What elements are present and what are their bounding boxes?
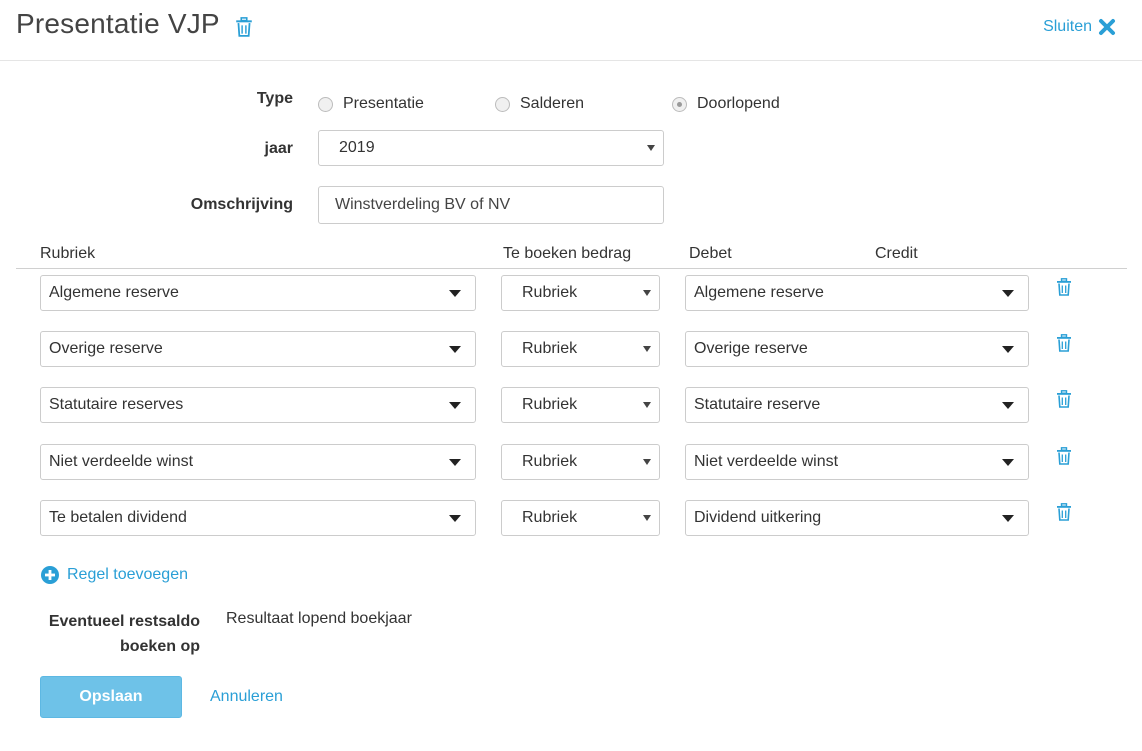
radio-circle <box>495 96 510 112</box>
add-row-button[interactable]: Regel toevoegen <box>41 566 188 584</box>
trash-icon[interactable] <box>235 17 253 37</box>
omschrijving-input[interactable] <box>318 186 664 224</box>
rubriek-select[interactable]: Algemene reserve <box>40 275 476 311</box>
bedrag-value: Rubriek <box>522 340 578 357</box>
chevron-down-icon <box>449 514 461 522</box>
bedrag-value: Rubriek <box>522 453 578 470</box>
trash-icon[interactable] <box>1056 447 1072 465</box>
chevron-down-icon <box>1002 514 1014 522</box>
chevron-down-icon <box>643 459 651 465</box>
chevron-down-icon <box>449 401 461 409</box>
bedrag-value: Rubriek <box>522 284 578 301</box>
radio-presentatie[interactable]: Presentatie <box>318 95 424 113</box>
trash-icon[interactable] <box>1056 334 1072 352</box>
chevron-down-icon <box>643 515 651 521</box>
debet-value: Overige reserve <box>694 340 808 357</box>
chevron-down-icon <box>1002 401 1014 409</box>
chevron-down-icon <box>1002 345 1014 353</box>
close-button[interactable]: Sluiten <box>1043 18 1116 36</box>
jaar-select[interactable]: 2019 <box>318 130 664 166</box>
rubriek-value: Overige reserve <box>49 340 163 357</box>
radio-doorlopend[interactable]: Doorlopend <box>672 95 780 113</box>
chevron-down-icon <box>643 402 651 408</box>
bedrag-select[interactable]: Rubriek <box>501 387 660 423</box>
radio-circle-checked <box>672 96 687 112</box>
debet-select[interactable]: Algemene reserve <box>685 275 1029 311</box>
radio-label: Doorlopend <box>697 95 780 112</box>
bedrag-value: Rubriek <box>522 396 578 413</box>
column-header-debet: Debet <box>689 245 732 262</box>
debet-value: Algemene reserve <box>694 284 824 301</box>
rubriek-value: Statutaire reserves <box>49 396 184 413</box>
restsaldo-label: Eventueel restsaldo boeken op <box>30 609 200 659</box>
column-header-rubriek: Rubriek <box>40 245 96 262</box>
radio-label: Presentatie <box>343 95 424 112</box>
rubriek-value: Algemene reserve <box>49 284 179 301</box>
column-header-bedrag: Te boeken bedrag <box>503 245 632 262</box>
page-title: Presentatie VJP <box>16 8 220 39</box>
bedrag-select[interactable]: Rubriek <box>501 444 660 480</box>
chevron-down-icon <box>449 458 461 466</box>
jaar-label: jaar <box>264 140 293 157</box>
chevron-down-icon <box>1002 458 1014 466</box>
restsaldo-label-line: Eventueel restsaldo <box>48 613 200 630</box>
chevron-down-icon <box>643 346 651 352</box>
save-button[interactable]: Opslaan <box>40 676 182 718</box>
chevron-down-icon <box>449 345 461 353</box>
chevron-down-icon <box>1002 289 1014 297</box>
debet-select[interactable]: Dividend uitkering <box>685 500 1029 536</box>
close-label: Sluiten <box>1043 18 1092 35</box>
restsaldo-label-line: boeken op <box>119 638 200 655</box>
rubriek-select[interactable]: Overige reserve <box>40 331 476 367</box>
rubriek-select[interactable]: Niet verdeelde winst <box>40 444 476 480</box>
debet-select[interactable]: Overige reserve <box>685 331 1029 367</box>
bedrag-select[interactable]: Rubriek <box>501 331 660 367</box>
debet-select[interactable]: Statutaire reserve <box>685 387 1029 423</box>
trash-icon[interactable] <box>1056 390 1072 408</box>
page-header: Presentatie VJP Sluiten <box>0 0 1142 61</box>
radio-label: Salderen <box>520 95 585 112</box>
close-x-icon <box>1099 19 1115 35</box>
rubriek-value: Te betalen dividend <box>49 509 187 526</box>
trash-icon[interactable] <box>1056 503 1072 521</box>
bedrag-select[interactable]: Rubriek <box>501 275 660 311</box>
restsaldo-value: Resultaat lopend boekjaar <box>226 610 412 627</box>
add-row-label: Regel toevoegen <box>67 566 188 583</box>
rubriek-select[interactable]: Te betalen dividend <box>40 500 476 536</box>
debet-value: Statutaire reserve <box>694 396 821 413</box>
chevron-down-icon <box>647 145 655 151</box>
column-header-credit: Credit <box>875 245 918 262</box>
chevron-down-icon <box>643 290 651 296</box>
rubriek-select[interactable]: Statutaire reserves <box>40 387 476 423</box>
trash-icon[interactable] <box>1056 278 1072 296</box>
bedrag-value: Rubriek <box>522 509 578 526</box>
jaar-value: 2019 <box>339 139 375 156</box>
cancel-link[interactable]: Annuleren <box>210 688 283 706</box>
debet-value: Niet verdeelde winst <box>694 453 839 470</box>
rubriek-value: Niet verdeelde winst <box>49 453 194 470</box>
type-label: Type <box>256 90 293 107</box>
debet-select[interactable]: Niet verdeelde winst <box>685 444 1029 480</box>
radio-circle <box>318 96 333 112</box>
bedrag-select[interactable]: Rubriek <box>501 500 660 536</box>
omschrijving-label: Omschrijving <box>190 196 293 213</box>
table-divider <box>16 268 1127 269</box>
plus-circle-icon <box>41 566 59 584</box>
radio-salderen[interactable]: Salderen <box>495 95 584 113</box>
chevron-down-icon <box>449 289 461 297</box>
debet-value: Dividend uitkering <box>694 509 822 526</box>
